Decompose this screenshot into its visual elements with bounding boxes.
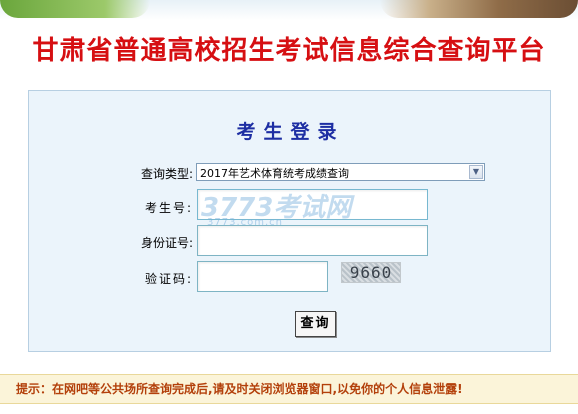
query-type-selected-value: 2017年艺术体育统考成绩查询 [200,167,349,180]
query-type-select[interactable]: 2017年艺术体育统考成绩查询 ▼ [196,163,485,181]
captcha-label: 验证码: [144,272,193,286]
login-panel: 考生登录 查询类型: 2017年艺术体育统考成绩查询 ▼ 考生号: 身份证号: … [28,90,551,352]
captcha-input[interactable] [197,261,328,292]
banner-rock-decoration [380,0,578,18]
login-page: 甘肃省普通高校招生考试信息综合查询平台 考生登录 查询类型: 2017年艺术体育… [0,0,578,414]
captcha-image[interactable]: 9660 [341,262,401,283]
header-banner [0,0,578,20]
exam-number-input[interactable] [197,189,428,220]
login-title: 考生登录 [236,121,345,143]
site-title: 甘肃省普通高校招生考试信息综合查询平台 [32,36,546,66]
id-number-input[interactable] [197,225,428,256]
chevron-down-icon[interactable]: ▼ [469,165,483,179]
query-type-label: 查询类型: [140,167,193,181]
banner-grass-decoration [0,0,150,18]
query-button[interactable]: 查询 [295,311,336,337]
exam-number-label: 考生号: [144,201,193,215]
id-number-label: 身份证号: [140,236,193,250]
privacy-notice: 提示：在网吧等公共场所查询完成后,请及时关闭浏览器窗口,以免你的个人信息泄露! [0,374,578,404]
